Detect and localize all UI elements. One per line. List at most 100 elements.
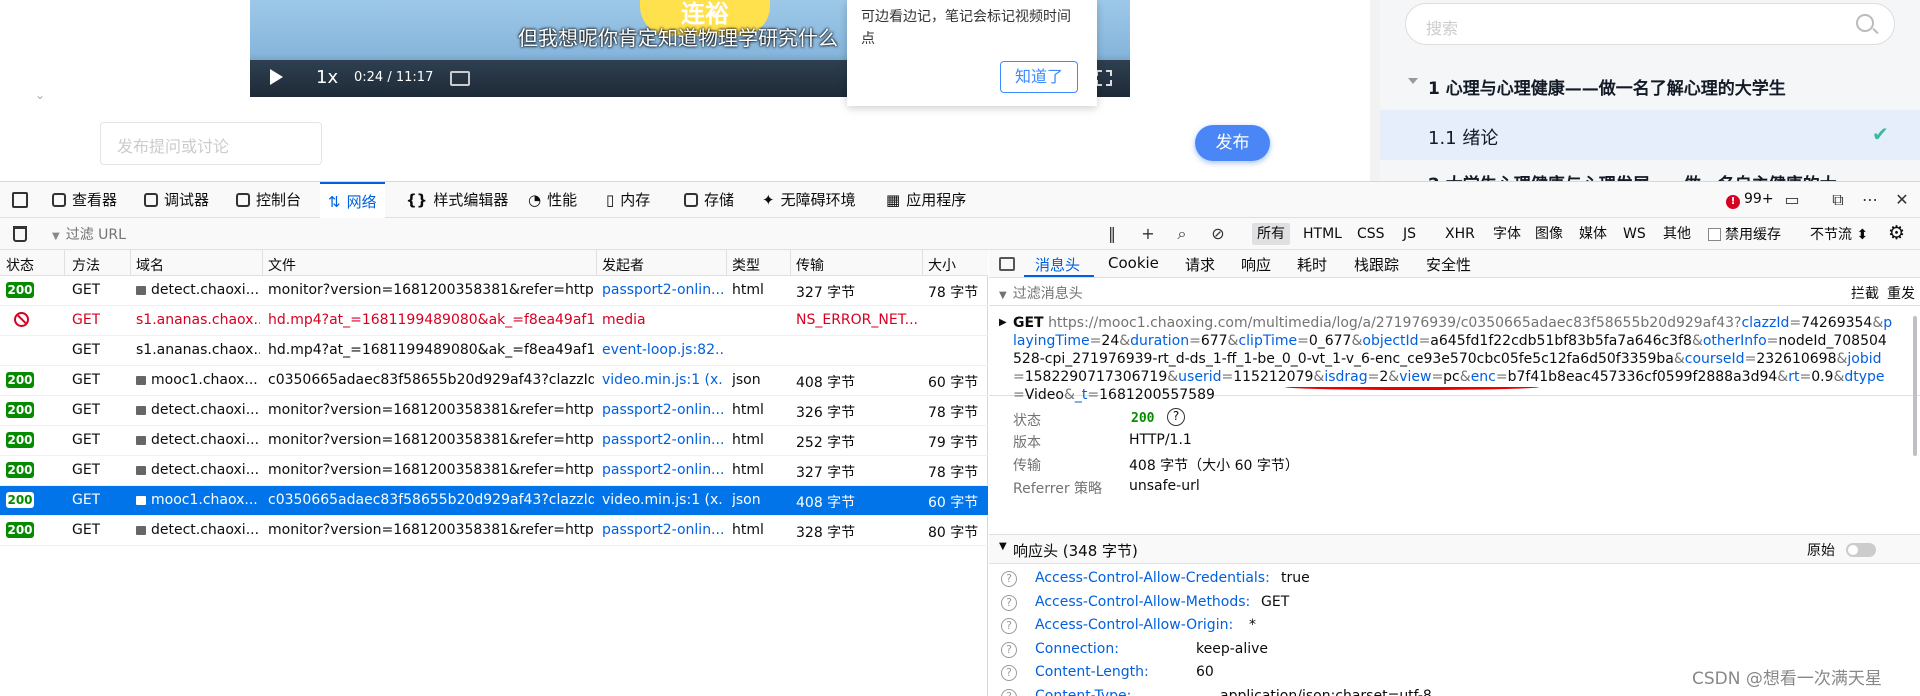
tab-cookies[interactable]: Cookie bbox=[1108, 254, 1159, 272]
tab-performance[interactable]: ◔ 性能 bbox=[528, 182, 577, 218]
table-row[interactable]: 200 GET detect.chaoxi... monitor?version=16… bbox=[0, 276, 988, 306]
raw-toggle[interactable] bbox=[1846, 543, 1876, 557]
tab-headers[interactable]: 消息头 bbox=[1035, 254, 1080, 275]
resend-button[interactable]: 重发 bbox=[1887, 283, 1915, 303]
response-header-row[interactable]: ? Access-Control-Allow-Origin: * bbox=[989, 615, 1920, 639]
url-equals: = bbox=[1221, 369, 1234, 385]
tab-console[interactable]: 控制台 bbox=[236, 182, 301, 218]
throttle-select[interactable]: 不节流 ⬍ bbox=[1810, 224, 1868, 244]
tab-storage[interactable]: 存储 bbox=[684, 182, 734, 218]
filter-media[interactable]: 媒体 bbox=[1574, 223, 1612, 245]
col-size[interactable]: 大小 bbox=[928, 255, 956, 275]
publish-button[interactable]: 发布 bbox=[1195, 125, 1270, 161]
pause-icon[interactable]: ‖ bbox=[1104, 226, 1120, 242]
filter-css[interactable]: CSS bbox=[1352, 223, 1390, 245]
tab-debugger[interactable]: 调试器 bbox=[144, 182, 209, 218]
table-row[interactable]: 200 GET detect.chaoxi... monitor?version=16… bbox=[0, 456, 988, 486]
chevron-down-icon[interactable]: ⌄ bbox=[28, 88, 52, 106]
element-picker-icon[interactable] bbox=[12, 192, 28, 208]
request-url-block: ▶ GET https://mooc1.chaoxing.com/multime… bbox=[989, 306, 1920, 403]
tab-stack-trace[interactable]: 栈跟踪 bbox=[1354, 254, 1399, 275]
col-transfer[interactable]: 传输 bbox=[796, 255, 824, 275]
filter-html[interactable]: HTML bbox=[1298, 223, 1347, 245]
comment-input[interactable]: 发布提问或讨论 bbox=[100, 122, 322, 165]
fullscreen-icon[interactable] bbox=[1096, 70, 1112, 86]
help-icon[interactable]: ? bbox=[1001, 641, 1017, 658]
help-icon[interactable]: ? bbox=[1001, 665, 1017, 681]
col-method[interactable]: 方法 bbox=[72, 255, 100, 275]
subtitles-icon[interactable] bbox=[450, 71, 470, 86]
filter-font[interactable]: 字体 bbox=[1488, 223, 1526, 245]
headers-filter-input[interactable]: ▼ 过滤消息头 bbox=[999, 283, 1083, 303]
more-options-icon[interactable]: ⋯ bbox=[1862, 192, 1878, 208]
response-header-row[interactable]: ? Connection: keep-alive bbox=[989, 639, 1920, 663]
tab-network[interactable]: ⇅ 网络 bbox=[320, 182, 385, 218]
dock-icon[interactable]: ⧉ bbox=[1830, 192, 1846, 208]
filter-all[interactable]: 所有 bbox=[1252, 223, 1290, 245]
col-initiator[interactable]: 发起者 bbox=[602, 255, 644, 275]
tab-response[interactable]: 响应 bbox=[1241, 254, 1271, 275]
response-header-row[interactable]: ? Access-Control-Allow-Methods: GET bbox=[989, 592, 1920, 616]
filter-url-input[interactable]: 过滤 URL bbox=[52, 224, 126, 244]
help-icon[interactable]: ? bbox=[1001, 594, 1017, 611]
table-row[interactable]: 200 GET detect.chaoxi... monitor?version=16… bbox=[0, 396, 988, 426]
filter-ws[interactable]: WS bbox=[1618, 223, 1651, 245]
request-url[interactable]: GET https://mooc1.chaoxing.com/multimedi… bbox=[1013, 314, 1893, 404]
table-row[interactable]: 200 GET mooc1.chaox... c0350665adaec83f5865… bbox=[0, 366, 988, 396]
playback-speed[interactable]: 1x bbox=[316, 67, 338, 88]
sidebar-toggle-icon[interactable] bbox=[999, 257, 1015, 271]
cell-file: monitor?version=1681200358381&refer=http… bbox=[268, 522, 594, 538]
help-icon[interactable]: ? bbox=[1001, 618, 1017, 634]
tab-style-editor[interactable]: {} 样式编辑器 bbox=[406, 182, 508, 218]
lesson-label[interactable]: 1.1 绪论 bbox=[1428, 124, 1498, 150]
table-row[interactable]: 200 GET mooc1.chaox... c0350665adaec83f5865… bbox=[0, 486, 988, 516]
table-row[interactable]: 200 GET detect.chaoxi... monitor?version=16… bbox=[0, 426, 988, 456]
disable-cache-checkbox[interactable]: 禁用缓存 bbox=[1708, 224, 1781, 244]
search-input[interactable]: 搜索 bbox=[1405, 3, 1895, 45]
tab-memory[interactable]: ▯ 内存 bbox=[606, 182, 650, 218]
tab-request[interactable]: 请求 bbox=[1185, 254, 1215, 275]
filter-images[interactable]: 图像 bbox=[1530, 223, 1568, 245]
response-header-row[interactable]: ? Access-Control-Allow-Credentials: true bbox=[989, 568, 1920, 592]
url-param-key: duration bbox=[1130, 333, 1190, 349]
checkbox-box[interactable] bbox=[1708, 228, 1721, 241]
help-icon[interactable]: ? bbox=[1001, 571, 1017, 587]
search-icon[interactable]: ⌕ bbox=[1174, 226, 1190, 242]
table-row[interactable]: GET s1.ananas.chaox... hd.mp4?at_=16811994… bbox=[0, 336, 988, 366]
close-icon[interactable]: ✕ bbox=[1894, 192, 1910, 208]
block-button[interactable]: 拦截 bbox=[1851, 283, 1879, 303]
response-headers-section[interactable]: ▼ 响应头 (348 字节) 原始 bbox=[989, 534, 1920, 564]
table-row[interactable]: 200 GET detect.chaoxi... monitor?version=16… bbox=[0, 516, 988, 546]
search-icon[interactable] bbox=[1856, 14, 1874, 32]
chapter-title[interactable]: 1 心理与心理健康——做一名了解心理的大学生 bbox=[1428, 74, 1786, 99]
play-icon[interactable] bbox=[270, 69, 283, 85]
table-row[interactable]: GET s1.ananas.chaox... hd.mp4?at_=16811994… bbox=[0, 306, 988, 336]
tab-accessibility[interactable]: ✦ 无障碍环境 bbox=[762, 182, 856, 218]
filter-js[interactable]: JS bbox=[1398, 223, 1421, 245]
col-status[interactable]: 状态 bbox=[6, 255, 34, 275]
expand-arrow-icon[interactable]: ▶ bbox=[999, 314, 1007, 332]
details-scrollbar[interactable] bbox=[1913, 316, 1917, 456]
caret-down-icon[interactable] bbox=[1408, 78, 1418, 84]
col-domain[interactable]: 域名 bbox=[136, 255, 164, 275]
tab-security[interactable]: 安全性 bbox=[1426, 254, 1471, 275]
block-icon[interactable]: ⊘ bbox=[1210, 226, 1226, 242]
tab-timings[interactable]: 耗时 bbox=[1297, 254, 1327, 275]
help-icon[interactable]: ? bbox=[1167, 408, 1185, 426]
tip-ok-button[interactable]: 知道了 bbox=[1000, 61, 1078, 93]
page-scrollbar[interactable] bbox=[1370, 0, 1380, 181]
gear-icon[interactable]: ⚙ bbox=[1888, 224, 1905, 243]
tab-application[interactable]: ▦ 应用程序 bbox=[886, 182, 966, 218]
col-type[interactable]: 类型 bbox=[732, 255, 760, 275]
filter-xhr[interactable]: XHR bbox=[1440, 223, 1480, 245]
error-count-badge[interactable]: ! 99+ bbox=[1726, 191, 1774, 209]
add-icon[interactable]: + bbox=[1140, 226, 1156, 242]
tab-inspector[interactable]: 查看器 bbox=[52, 182, 117, 218]
col-file[interactable]: 文件 bbox=[268, 255, 296, 275]
filter-other[interactable]: 其他 bbox=[1658, 223, 1696, 245]
help-icon[interactable]: ? bbox=[1001, 688, 1017, 696]
responsive-design-icon[interactable]: ▭ bbox=[1784, 192, 1800, 208]
cell-file: monitor?version=1681200358381&refer=http… bbox=[268, 432, 594, 448]
collapse-arrow-icon[interactable]: ▼ bbox=[999, 541, 1007, 552]
trash-icon[interactable] bbox=[13, 226, 27, 242]
